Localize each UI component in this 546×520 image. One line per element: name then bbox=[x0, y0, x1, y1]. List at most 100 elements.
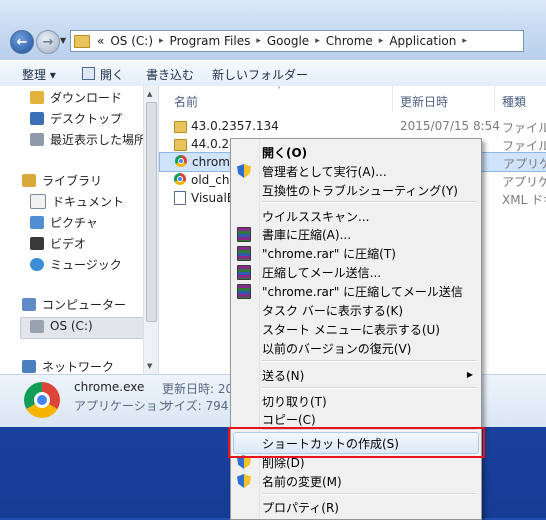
menu-item-virus-scan[interactable]: ウイルススキャン... bbox=[262, 208, 369, 225]
menu-item-cut[interactable]: 切り取り(T) bbox=[262, 393, 327, 410]
menu-item-compress-and-email[interactable]: 圧縮してメール送信... bbox=[262, 264, 381, 281]
recent-pages-dropdown-icon[interactable]: ▼ bbox=[60, 36, 66, 45]
title-bar: ← → ▼ « OS (C:) ▸ Program Files ▸ Google… bbox=[0, 0, 546, 60]
back-arrow-icon: ← bbox=[16, 34, 28, 50]
scroll-down-arrow-icon[interactable]: ▼ bbox=[147, 362, 152, 370]
context-menu: 開く(O) 管理者として実行(A)... 互換性のトラブルシューティング(Y) … bbox=[230, 138, 482, 520]
folder-icon bbox=[174, 139, 187, 151]
column-divider[interactable] bbox=[392, 86, 393, 112]
nav-item-desktop[interactable]: デスクトップ bbox=[30, 110, 122, 127]
new-folder-button[interactable]: 新しいフォルダー bbox=[212, 66, 308, 83]
nav-item-label: ミュージック bbox=[50, 258, 122, 272]
file-type: ファイル bbox=[502, 121, 546, 135]
open-label: 開く bbox=[100, 68, 125, 82]
breadcrumb-os-c[interactable]: OS (C:) bbox=[110, 34, 153, 48]
nav-item-label: ネットワーク bbox=[42, 360, 115, 374]
file-name: 43.0.2357.134 bbox=[191, 119, 279, 133]
computer-icon bbox=[22, 298, 36, 311]
file-date: 2015/07/15 8:54 bbox=[400, 119, 500, 133]
details-size: サイズ: 794 bbox=[162, 399, 229, 413]
breadcrumb-chrome[interactable]: Chrome bbox=[326, 34, 373, 48]
desktop-icon bbox=[30, 112, 44, 125]
breadcrumb-separator-icon[interactable]: ▸ bbox=[379, 36, 384, 46]
scroll-up-arrow-icon[interactable]: ▲ bbox=[147, 90, 152, 98]
nav-item-pictures[interactable]: ピクチャ bbox=[30, 214, 98, 231]
uac-shield-icon bbox=[237, 164, 251, 178]
breadcrumb-separator-icon[interactable]: ▸ bbox=[315, 36, 320, 46]
chrome-icon bbox=[174, 173, 186, 185]
menu-item-compress-to-rar-and-email[interactable]: "chrome.rar" に圧縮してメール送信 bbox=[262, 283, 463, 300]
uac-shield-icon bbox=[237, 474, 251, 488]
menu-item-run-as-admin[interactable]: 管理者として実行(A)... bbox=[262, 163, 387, 180]
chrome-icon bbox=[24, 382, 60, 418]
open-button[interactable]: 開く bbox=[82, 66, 124, 83]
organize-button[interactable]: 整理 ▾ bbox=[22, 66, 56, 83]
nav-item-recent-places[interactable]: 最近表示した場所 bbox=[30, 131, 146, 148]
nav-item-libraries[interactable]: ライブラリ bbox=[22, 172, 102, 189]
nav-item-network[interactable]: ネットワーク bbox=[22, 358, 114, 374]
winrar-icon bbox=[237, 265, 251, 280]
address-bar[interactable]: « OS (C:) ▸ Program Files ▸ Google ▸ Chr… bbox=[70, 30, 524, 52]
forward-button[interactable]: → bbox=[36, 30, 60, 54]
nav-item-label: ビデオ bbox=[50, 237, 87, 251]
menu-item-copy[interactable]: コピー(C) bbox=[262, 411, 316, 428]
menu-item-properties[interactable]: プロパティ(R) bbox=[262, 499, 339, 516]
menu-separator bbox=[262, 387, 477, 389]
videos-icon bbox=[30, 237, 44, 250]
column-divider[interactable] bbox=[494, 86, 495, 112]
breadcrumb-google[interactable]: Google bbox=[267, 34, 309, 48]
folder-icon bbox=[74, 34, 90, 48]
menu-item-add-to-archive[interactable]: 書庫に圧縮(A)... bbox=[262, 226, 351, 243]
nav-item-label: ピクチャ bbox=[50, 216, 98, 230]
menu-item-rename[interactable]: 名前の変更(M) bbox=[262, 473, 342, 490]
nav-item-music[interactable]: ミュージック bbox=[30, 256, 122, 273]
nav-item-label: ダウンロード bbox=[50, 91, 123, 105]
chrome-icon bbox=[175, 155, 187, 167]
menu-item-add-to-chrome-rar[interactable]: "chrome.rar" に圧縮(T) bbox=[262, 245, 396, 262]
breadcrumb-application[interactable]: Application bbox=[389, 34, 456, 48]
manifest-icon bbox=[174, 191, 186, 205]
menu-item-pin-to-start-menu[interactable]: スタート メニューに表示する(U) bbox=[262, 321, 440, 338]
menu-item-restore-previous-versions[interactable]: 以前のバージョンの復元(V) bbox=[262, 340, 411, 357]
winrar-icon bbox=[237, 284, 251, 299]
nav-item-label: 最近表示した場所 bbox=[50, 133, 147, 147]
file-type: アプリケ bbox=[503, 157, 546, 171]
burn-button[interactable]: 書き込む bbox=[146, 66, 194, 83]
breadcrumb-separator-icon[interactable]: ▸ bbox=[256, 36, 261, 46]
drive-icon bbox=[30, 319, 44, 333]
breadcrumb-overflow[interactable]: « bbox=[97, 34, 104, 48]
winrar-icon bbox=[237, 246, 251, 261]
navigation-pane-scrollbar[interactable]: ▲ ▼ bbox=[143, 86, 158, 374]
menu-item-troubleshoot-compatibility[interactable]: 互換性のトラブルシューティング(Y) bbox=[262, 182, 458, 199]
libraries-icon bbox=[22, 174, 36, 187]
menu-separator bbox=[262, 201, 477, 203]
recent-places-icon bbox=[30, 133, 44, 146]
menu-separator bbox=[262, 360, 477, 362]
file-row[interactable]: 43.0.2357.134 2015/07/15 8:54 ファイル bbox=[159, 117, 546, 135]
file-type: XML ドキ bbox=[502, 193, 546, 207]
column-header-type[interactable]: 種類 bbox=[502, 93, 526, 110]
nav-item-label: デスクトップ bbox=[50, 112, 123, 126]
sort-ascending-icon: ˄ bbox=[277, 86, 281, 95]
nav-item-label: OS (C:) bbox=[50, 319, 93, 333]
music-icon bbox=[30, 258, 44, 271]
scroll-thumb[interactable] bbox=[146, 102, 157, 322]
menu-item-pin-to-taskbar[interactable]: タスク バーに表示する(K) bbox=[262, 302, 403, 319]
menu-item-open[interactable]: 開く(O) bbox=[262, 144, 307, 161]
column-header-date[interactable]: 更新日時 bbox=[400, 93, 448, 110]
nav-item-os-c[interactable]: OS (C:) bbox=[30, 319, 93, 333]
details-file-type: アプリケーション bbox=[74, 399, 170, 413]
nav-item-videos[interactable]: ビデオ bbox=[30, 235, 86, 252]
breadcrumb-separator-icon[interactable]: ▸ bbox=[159, 36, 164, 46]
breadcrumb-program-files[interactable]: Program Files bbox=[170, 34, 251, 48]
back-button[interactable]: ← bbox=[10, 30, 34, 54]
nav-item-downloads[interactable]: ダウンロード bbox=[30, 89, 122, 106]
nav-item-computer[interactable]: コンピューター bbox=[22, 296, 126, 313]
column-header-name[interactable]: 名前 bbox=[174, 93, 198, 110]
breadcrumb-separator-icon[interactable]: ▸ bbox=[462, 36, 467, 46]
menu-item-send-to[interactable]: 送る(N) bbox=[262, 367, 304, 384]
nav-item-documents[interactable]: ドキュメント bbox=[30, 193, 124, 210]
open-icon bbox=[82, 67, 95, 80]
documents-icon bbox=[30, 194, 46, 209]
command-bar: 整理 ▾ 開く 書き込む 新しいフォルダー bbox=[0, 60, 546, 88]
